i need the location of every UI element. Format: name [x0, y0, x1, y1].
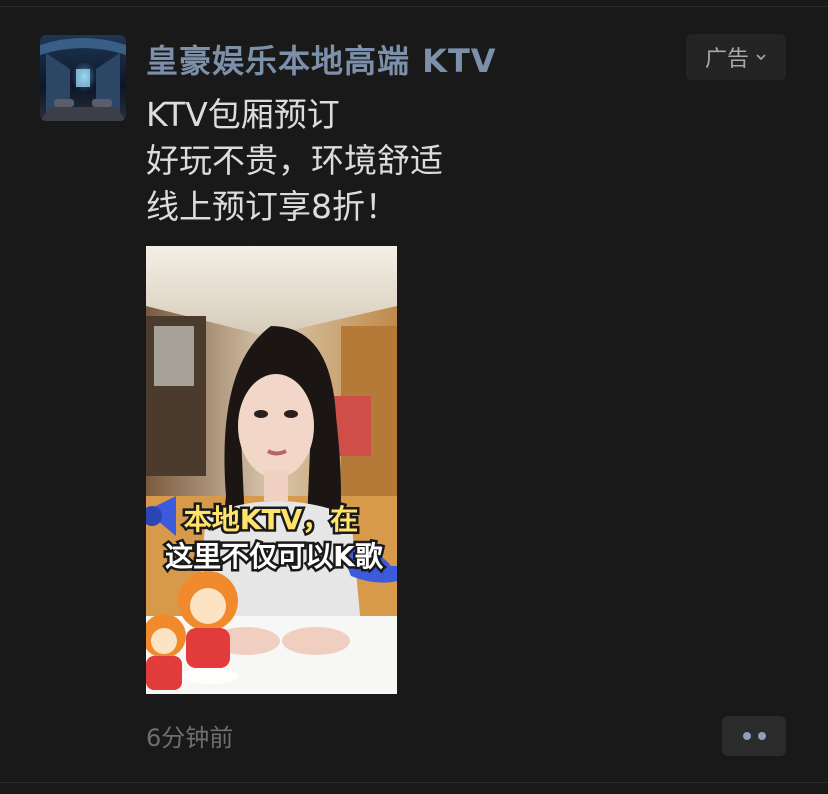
post-text: KTV包厢预订 好玩不贵，环境舒适 线上预订享8折！ [146, 92, 443, 230]
ad-tag-button[interactable]: 广告 [686, 34, 786, 80]
avatar[interactable] [40, 35, 126, 121]
chevron-down-icon [756, 54, 766, 61]
moments-ad-post: 皇豪娱乐本地高端 KTV 广告 KTV包厢预订 好玩不贵，环境舒适 线上预订享8… [0, 0, 828, 794]
more-button[interactable] [722, 716, 786, 756]
video-frame: 本地KTV，在 这里不仅可以K歌 [146, 246, 397, 694]
post-text-line: KTV包厢预订 [146, 95, 340, 134]
poster-name[interactable]: 皇豪娱乐本地高端 KTV [146, 36, 497, 82]
ad-label: 广告 [704, 47, 749, 72]
more-dots-icon [757, 732, 766, 740]
timestamp: 6分钟前 [146, 724, 234, 752]
video-caption-line2: 这里不仅可以K歌 [165, 540, 384, 573]
avatar-image [40, 35, 126, 121]
more-dots-icon [742, 732, 751, 740]
post-text-line: 好玩不贵，环境舒适 [146, 141, 443, 180]
post-text-line: 线上预订享8折！ [146, 187, 398, 226]
video-thumbnail[interactable]: 本地KTV，在 这里不仅可以K歌 [146, 246, 397, 694]
video-caption-line1: 本地KTV，在 [184, 503, 358, 536]
bottom-divider [0, 782, 828, 783]
